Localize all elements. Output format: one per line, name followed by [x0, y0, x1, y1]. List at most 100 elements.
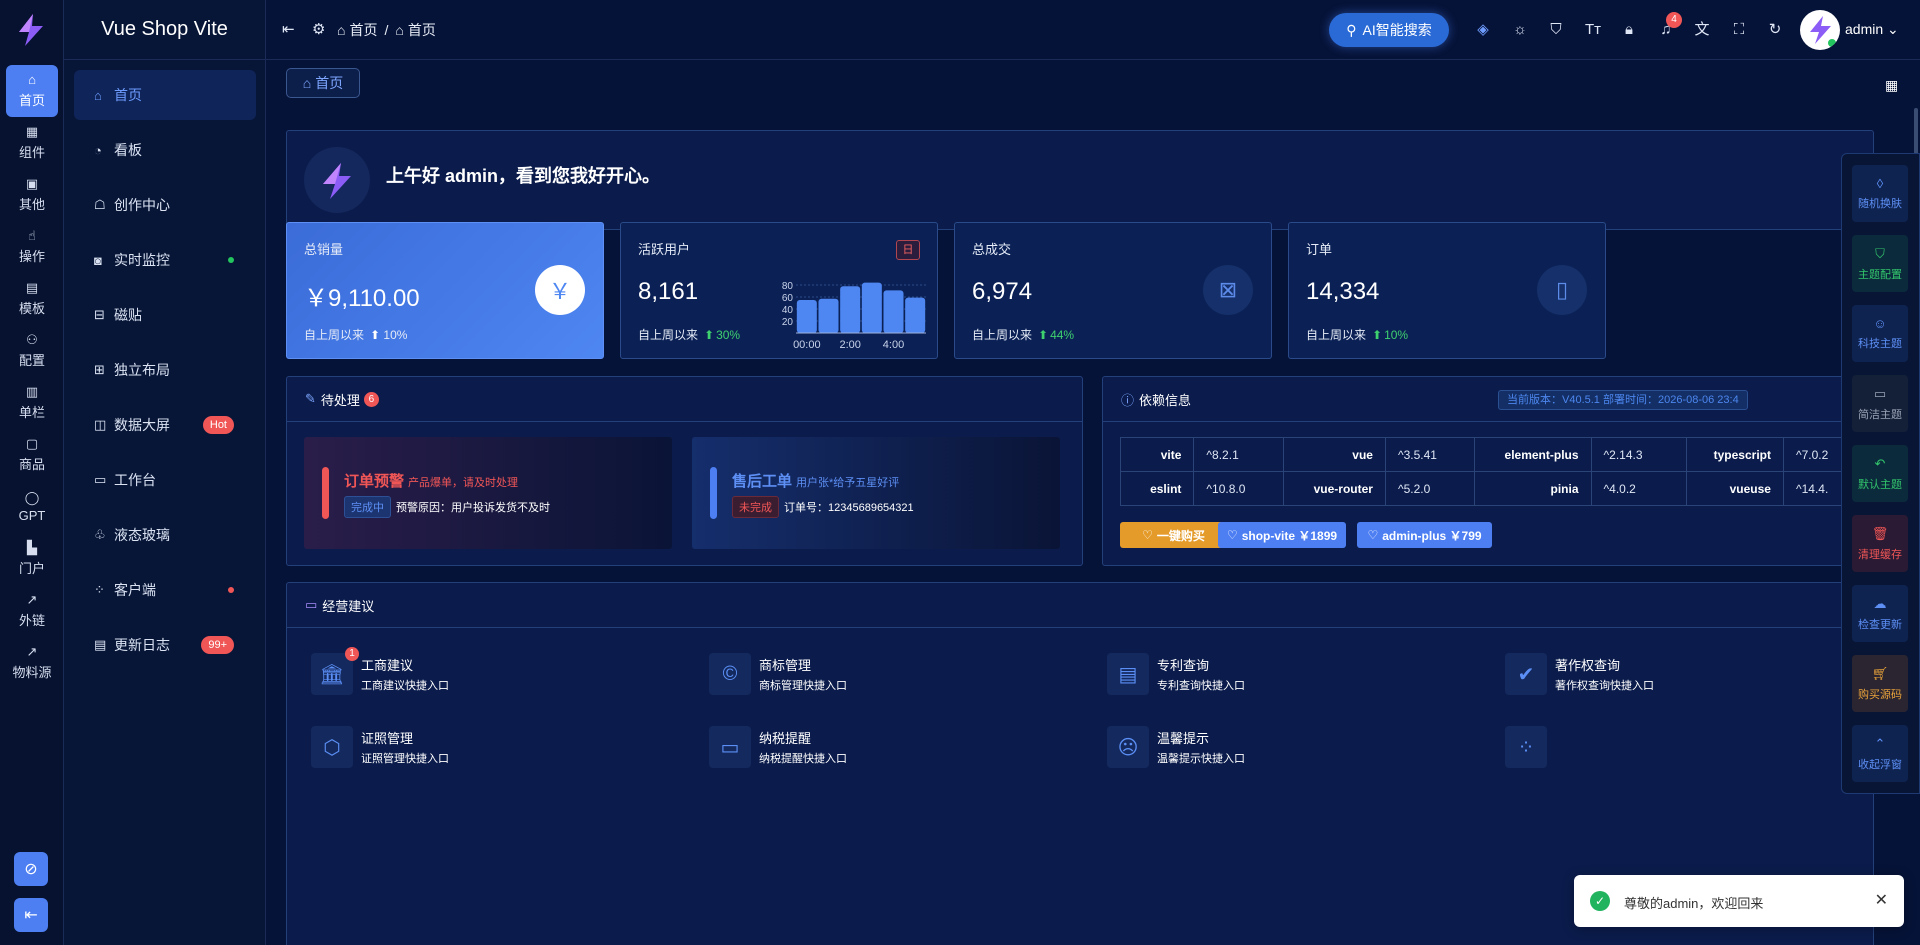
accent-bar	[710, 467, 717, 519]
dep-name: vue-router	[1282, 471, 1386, 506]
sidebar-item-creative[interactable]: ☖ 创作中心	[74, 180, 256, 230]
shirt-icon[interactable]: ⛉	[1546, 20, 1566, 40]
sidebar-menu: ⌂ 首页 ◔ 看板 ☖ 创作中心 ◙ 实时监控 ⊟ 磁贴 ⊞ 独立布局 ◫ 数据大屏 Hot ▭…	[74, 70, 256, 675]
dep-name: typescript	[1686, 437, 1784, 472]
stat-footer: 自上周以来 ⬆︎ 44%	[972, 328, 1075, 342]
breadcrumb-item[interactable]: 首页	[408, 20, 436, 40]
biz-item-license[interactable]: ⬡ 证照管理 证照管理快捷入口	[311, 726, 449, 768]
sidebar-item-changelog[interactable]: ▤ 更新日志 99+	[74, 620, 256, 670]
fullscreen-icon[interactable]: ⛶	[1729, 20, 1749, 40]
close-icon[interactable]: ✕	[1875, 890, 1888, 910]
card-line: 未完成 订单号：12345689654321	[732, 496, 914, 518]
buy-now-button[interactable]: ♡ 一键购买	[1120, 522, 1227, 548]
biz-item-tips[interactable]: ☹ 温馨提示 温馨提示快捷入口	[1107, 726, 1245, 768]
x-tick-label: 4:00	[883, 339, 904, 351]
notification-badge: 4	[1666, 12, 1682, 28]
skin-icon[interactable]: ◈	[1473, 20, 1493, 40]
check-update-button[interactable]: ☁ 检查更新	[1852, 585, 1908, 642]
gauge-icon: ◔	[94, 142, 102, 158]
collapse-sidebar-button[interactable]: ⇤	[14, 898, 48, 932]
patent-icon: ▤	[1107, 653, 1149, 695]
simple-theme-button[interactable]: ▭ 简洁主题	[1852, 375, 1908, 432]
hide-eye-button[interactable]: ⊘	[14, 852, 48, 886]
sidebar-item-bigscreen[interactable]: ◫ 数据大屏 Hot	[74, 400, 256, 450]
yen-box-icon: ⊠	[1203, 265, 1253, 315]
chart-bar	[796, 300, 817, 333]
refresh-icon[interactable]: ↻	[1765, 20, 1785, 40]
file-icon: ▤	[25, 280, 39, 295]
arrow-up-icon: ⬆︎	[370, 328, 381, 342]
external-link-icon: ↗	[26, 644, 38, 659]
biz-item-copyright[interactable]: ✔︎ 著作权查询 著作权查询快捷入口	[1505, 653, 1654, 695]
user-name[interactable]: admin ⌄	[1845, 21, 1899, 38]
period-tag[interactable]: 日	[896, 240, 920, 260]
order-alert-card[interactable]: 订单预警 产品爆单，请及时处理 完成中 预警原因：用户投诉发货不及时	[304, 437, 672, 549]
grid-menu-icon[interactable]: ▦	[1885, 77, 1898, 94]
biz-item-industry[interactable]: 🏛︎ 1 工商建议 工商建议快捷入口	[311, 647, 449, 695]
biz-item-trademark[interactable]: © 商标管理 商标管理快捷入口	[709, 653, 847, 695]
check-double-icon: ✔︎	[1505, 653, 1547, 695]
collapse-float-button[interactable]: ⌃ 收起浮窗	[1852, 725, 1908, 782]
rail-item-other[interactable]: ▣ 其他	[6, 169, 58, 221]
yen-icon: ￥	[535, 265, 585, 315]
sun-icon[interactable]: ☼	[1510, 20, 1530, 40]
copyright-icon: ©	[709, 653, 751, 695]
sidebar-item-client[interactable]: ⁘ 客户端	[74, 565, 256, 615]
clear-cache-button[interactable]: 🗑︎ 清理缓存	[1852, 515, 1908, 572]
biz-item-more[interactable]: ⁘	[1505, 726, 1555, 768]
font-size-icon[interactable]: Tт	[1583, 20, 1603, 40]
buy-admin-plus-button[interactable]: ♡ admin-plus ￥799	[1357, 522, 1492, 548]
rail-item-components[interactable]: ▦ 组件	[6, 117, 58, 169]
rail-item-templates[interactable]: ▤ 模板	[6, 273, 58, 325]
chart-icon: ▦	[25, 124, 39, 139]
stat-title: 活跃用户	[638, 242, 691, 257]
codepen-icon: ⬡	[311, 726, 353, 768]
breadcrumb-separator: /	[384, 22, 389, 38]
biz-item-patent[interactable]: ▤ 专利查询 专利查询快捷入口	[1107, 653, 1245, 695]
active-users-chart: 20406080 00:00 2:00 4:00	[782, 281, 926, 351]
buy-source-button[interactable]: 🛒︎ 购买源码	[1852, 655, 1908, 712]
rail-item-config[interactable]: ⚇ 配置	[6, 325, 58, 377]
diamond-icon: ♡	[1226, 528, 1238, 542]
rail-item-operations[interactable]: ☝ 操作	[6, 221, 58, 273]
sidebar-item-liquid-glass[interactable]: ♧ 液态玻璃	[74, 510, 256, 560]
rail-item-portal[interactable]: ▙ 门户	[6, 533, 58, 585]
translate-icon[interactable]: 文	[1692, 20, 1712, 40]
sidebar-item-layout[interactable]: ⊞ 独立布局	[74, 345, 256, 395]
lock-icon[interactable]: 🔒︎	[1619, 20, 1639, 40]
arrow-up-icon: ⬆︎	[1372, 328, 1383, 342]
logo-icon[interactable]	[11, 10, 51, 50]
screen-chart-icon: ◫	[94, 417, 107, 432]
breadcrumb-item[interactable]: 首页	[349, 20, 377, 40]
message-icon: ▭	[709, 726, 751, 768]
rail-item-gpt[interactable]: ◯ GPT	[6, 481, 58, 533]
rail-item-single-column[interactable]: ▥ 单栏	[6, 377, 58, 429]
tab-home[interactable]: ⌂ 首页	[286, 68, 360, 98]
cursor-icon: ☝	[28, 228, 36, 243]
collapse-icon[interactable]: ⇤	[282, 20, 295, 38]
random-skin-button[interactable]: ◊ 随机换肤	[1852, 165, 1908, 222]
biz-item-tax[interactable]: ▭ 纳税提醒 纳税提醒快捷入口	[709, 726, 847, 768]
tech-theme-button[interactable]: ☺ 科技主题	[1852, 305, 1908, 362]
buy-shop-vite-button[interactable]: ♡ shop-vite ￥1899	[1218, 522, 1346, 548]
card-title: 售后工单 用户张*给予五星好评	[732, 473, 900, 490]
dep-version: ^10.8.0	[1193, 471, 1284, 506]
default-theme-button[interactable]: ↶ 默认主题	[1852, 445, 1908, 502]
rail-item-home[interactable]: ⌂ 首页	[6, 65, 58, 117]
todo-panel: ✎ 待处理 6 订单预警 产品爆单，请及时处理 完成中 预警原因：用户投诉发货不及时 售…	[286, 376, 1083, 566]
ai-search-button[interactable]: ⚲ AI智能搜索	[1329, 13, 1449, 47]
sidebar-item-workbench[interactable]: ▭ 工作台	[74, 455, 256, 505]
rail-item-external[interactable]: ↗ 外链	[6, 585, 58, 637]
sidebar-item-tiles[interactable]: ⊟ 磁贴	[74, 290, 256, 340]
rail-item-material[interactable]: ↗ 物料源	[6, 637, 58, 689]
rail-item-goods[interactable]: ▢ 商品	[6, 429, 58, 481]
chart-bar	[861, 282, 882, 333]
theme-config-button[interactable]: ⛉ 主题配置	[1852, 235, 1908, 292]
avatar[interactable]	[1800, 10, 1840, 50]
sidebar-item-monitor[interactable]: ◙ 实时监控	[74, 235, 256, 285]
sidebar-item-dashboard[interactable]: ◔ 看板	[74, 125, 256, 175]
chevrons-up-icon: ⌃	[1874, 735, 1886, 751]
sidebar-item-home[interactable]: ⌂ 首页	[74, 70, 256, 120]
eye-off-icon: ⊘	[24, 861, 38, 878]
after-sales-card[interactable]: 售后工单 用户张*给予五星好评 未完成 订单号：12345689654321	[692, 437, 1060, 549]
